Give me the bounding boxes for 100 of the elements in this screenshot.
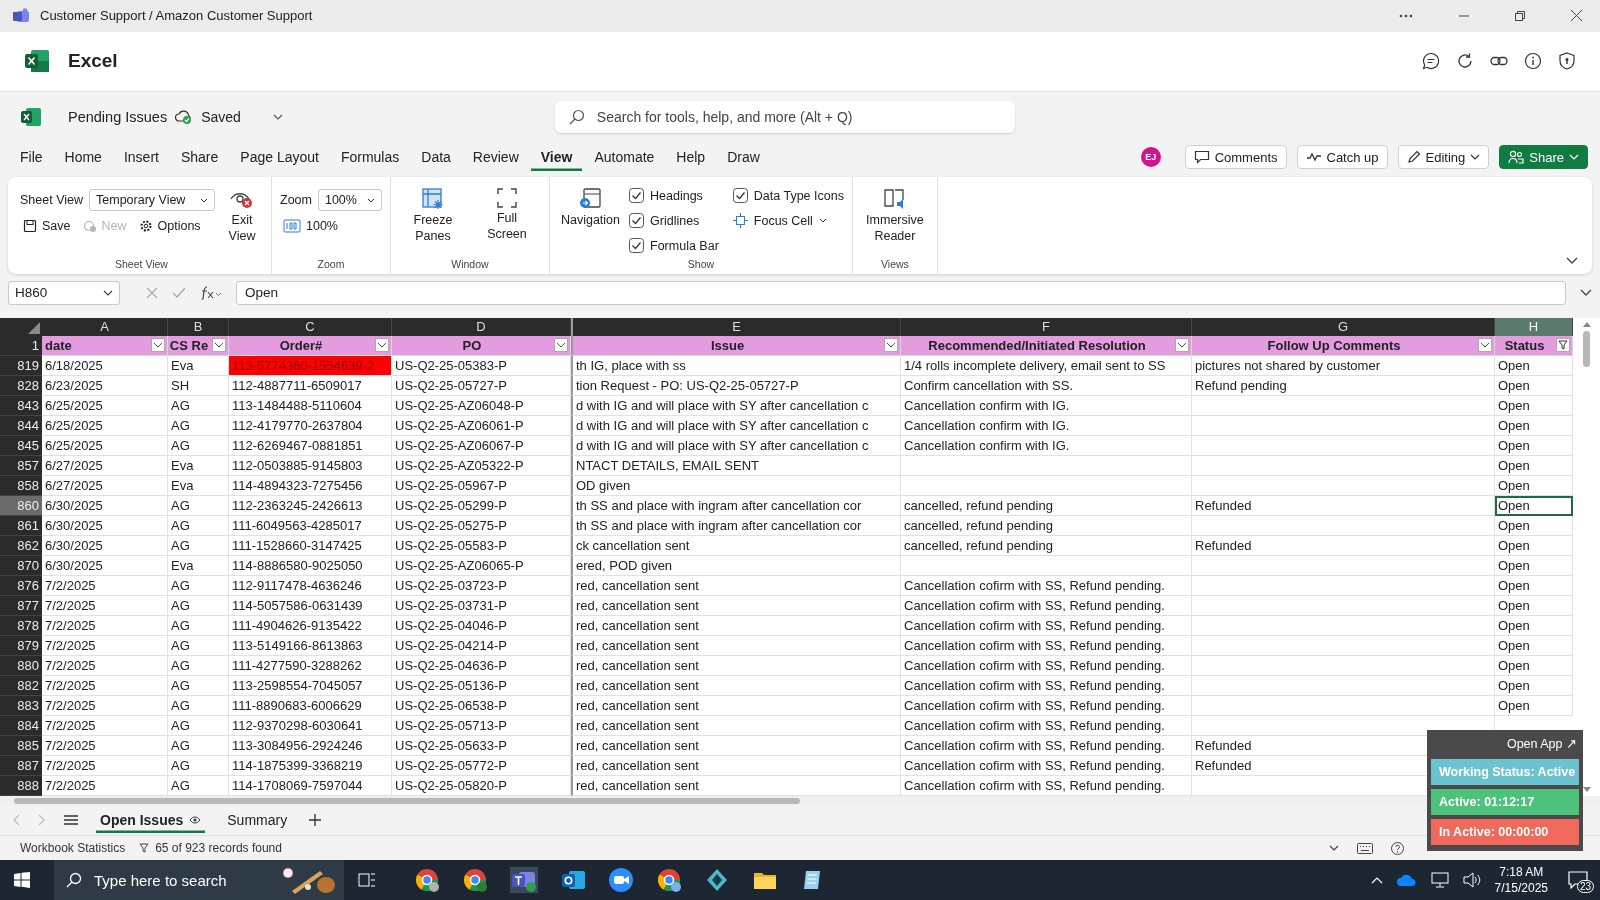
column-header[interactable]: B: [168, 317, 229, 336]
table-cell: pictures not shared by customer: [1192, 355, 1495, 376]
focus-cell-button[interactable]: Focus Cell: [732, 208, 844, 234]
table-cell: 7/2/2025: [42, 735, 168, 756]
tracker-status: In Active: 00:00:00: [1431, 819, 1579, 845]
table-cell: AG: [168, 515, 229, 536]
column-header[interactable]: E: [571, 317, 901, 336]
column-header[interactable]: F: [901, 317, 1192, 336]
row-number[interactable]: 819: [0, 355, 42, 376]
formula-field[interactable]: Open: [236, 280, 1566, 305]
ribbon-button[interactable]: Options: [135, 217, 204, 236]
table-cell: AG: [168, 575, 229, 596]
row-number[interactable]: 879: [0, 635, 42, 656]
ribbon-tab[interactable]: File: [10, 143, 53, 172]
table-cell: US-Q2-25-05820-P: [392, 775, 571, 796]
ribbon-tab[interactable]: Draw: [717, 143, 770, 172]
workbook-statistics[interactable]: Workbook Statistics: [20, 841, 126, 856]
row-number[interactable]: 887: [0, 755, 42, 776]
column-header[interactable]: A: [42, 317, 168, 336]
exit-view-button[interactable]: Exit View: [221, 183, 263, 249]
open-app-link[interactable]: Open App ↗: [1504, 734, 1579, 755]
zoom-dropdown[interactable]: 100%: [317, 189, 382, 212]
column-header[interactable]: D: [392, 317, 571, 336]
ribbon-tab[interactable]: Automate: [584, 143, 665, 172]
row-number[interactable]: 877: [0, 595, 42, 616]
ribbon-tab[interactable]: Formulas: [330, 143, 410, 172]
table-cell: 113-2598554-7045057: [229, 675, 392, 696]
row-number[interactable]: 857: [0, 455, 42, 476]
taskbar-search-box[interactable]: Type here to search: [54, 860, 344, 900]
zoom-100-button[interactable]: 100%: [280, 217, 341, 236]
row-number[interactable]: 844: [0, 415, 42, 436]
table-cell: AG: [168, 435, 229, 456]
clock-date[interactable]: 7/15/2025: [1494, 880, 1548, 897]
row-number[interactable]: 828: [0, 375, 42, 396]
table-cell: 6/30/2025: [42, 495, 168, 516]
catch-up-button[interactable]: Catch up: [1296, 145, 1388, 170]
column-header[interactable]: C: [229, 317, 392, 336]
row-number[interactable]: 861: [0, 515, 42, 536]
ribbon-checkbox[interactable]: Gridlines: [629, 208, 719, 234]
full-screen-button[interactable]: Full Screen: [472, 183, 541, 247]
navigation-button[interactable]: Navigation: [557, 183, 624, 233]
row-number[interactable]: 843: [0, 395, 42, 416]
table-cell: 6/18/2025: [42, 355, 168, 376]
ribbon-checkbox[interactable]: Headings: [629, 183, 719, 209]
search-field[interactable]: Search for tools, help, and more (Alt + Q): [594, 107, 1001, 126]
table-cell: Eva: [168, 555, 229, 576]
user-avatar[interactable]: EJ: [1140, 147, 1161, 168]
table-cell: Cancellation cofirm with SS, Refund pending.: [901, 755, 1192, 776]
row-number[interactable]: 845: [0, 435, 42, 456]
table-cell: red, cancellation sent: [571, 635, 901, 656]
sheet-view-dropdown[interactable]: Temporary View: [89, 189, 215, 212]
ribbon-tab[interactable]: View: [530, 143, 583, 172]
table-cell: US-Q2-25-05772-P: [392, 755, 571, 776]
column-header[interactable]: G: [1192, 317, 1495, 336]
ribbon-button[interactable]: Save: [20, 217, 74, 236]
table-cell: 7/2/2025: [42, 595, 168, 616]
ribbon-tab[interactable]: Share: [170, 143, 229, 172]
clock-time[interactable]: 7:18 AM: [1499, 863, 1544, 880]
name-box[interactable]: H860: [8, 280, 120, 305]
group-label: Sheet View: [115, 258, 168, 273]
sheet-tab[interactable]: Open Issues: [96, 807, 206, 834]
row-number[interactable]: 885: [0, 735, 42, 756]
group-label: Show: [687, 258, 715, 273]
row-number[interactable]: 882: [0, 675, 42, 696]
search-box[interactable]: Search for tools, help, and more (Alt + Q): [554, 100, 1015, 133]
table-cell: 6/30/2025: [42, 535, 168, 556]
share-button[interactable]: Share: [1499, 145, 1588, 170]
column-title: Follow Up Comments: [1267, 337, 1401, 353]
table-cell: US-Q2-25-AZ05322-P: [392, 455, 571, 476]
ribbon-tab[interactable]: Data: [411, 143, 461, 172]
ribbon-tab[interactable]: Help: [666, 143, 716, 172]
freeze-panes-button[interactable]: Freeze Panes: [398, 183, 467, 249]
row-number[interactable]: 860: [0, 495, 42, 516]
row-number[interactable]: 880: [0, 655, 42, 676]
row-number[interactable]: 1: [0, 335, 42, 356]
table-cell: AG: [168, 495, 229, 516]
row-number[interactable]: 884: [0, 715, 42, 736]
immersive-reader-button[interactable]: Immersive Reader: [860, 183, 929, 249]
table-cell: US-Q2-25-04046-P: [392, 615, 571, 636]
row-number[interactable]: 876: [0, 575, 42, 596]
ribbon-tab[interactable]: Page Layout: [230, 143, 329, 172]
ribbon-checkbox[interactable]: Formula Bar: [629, 233, 719, 259]
document-name[interactable]: Pending Issues: [68, 108, 168, 125]
row-number[interactable]: 858: [0, 475, 42, 496]
row-number[interactable]: 883: [0, 695, 42, 716]
column-header[interactable]: H: [1495, 317, 1573, 336]
table-cell: US-Q2-25-05383-P: [392, 355, 571, 376]
row-number[interactable]: 878: [0, 615, 42, 636]
taskbar-search-field[interactable]: Type here to search: [92, 870, 268, 890]
row-number[interactable]: 888: [0, 775, 42, 796]
ribbon-tab[interactable]: Home: [54, 143, 112, 172]
sheet-tab[interactable]: Summary: [223, 807, 292, 834]
ribbon-checkbox[interactable]: Data Type Icons: [732, 183, 844, 209]
row-number[interactable]: 870: [0, 555, 42, 576]
editing-button[interactable]: Editing: [1397, 145, 1490, 170]
comments-button[interactable]: Comments: [1184, 145, 1287, 170]
ribbon-tab[interactable]: Review: [462, 143, 529, 172]
ribbon-tab[interactable]: Insert: [113, 143, 169, 172]
row-number[interactable]: 862: [0, 535, 42, 556]
table-cell: SH: [168, 375, 229, 396]
